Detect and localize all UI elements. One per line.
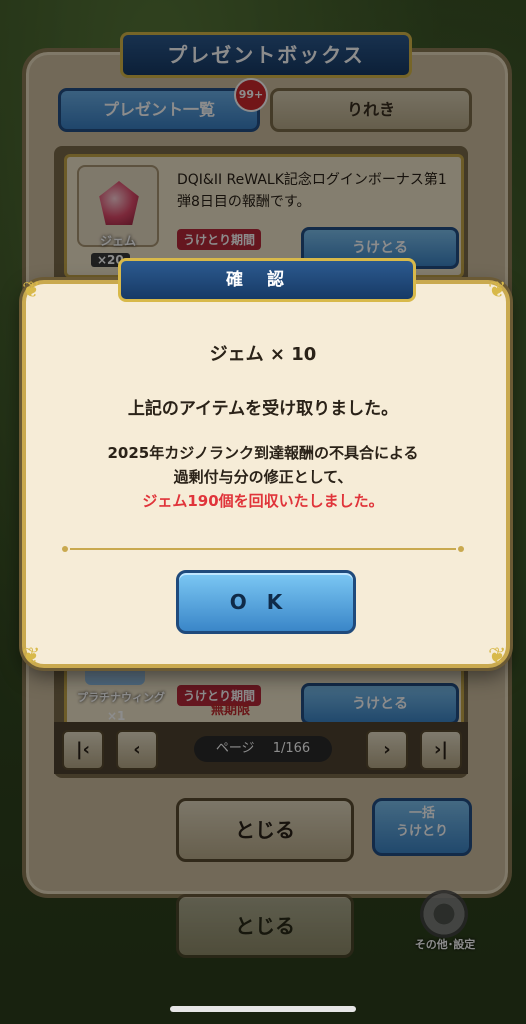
corner-ornament-icon: ❦ [22, 644, 41, 669]
home-indicator [170, 1006, 356, 1012]
dialog-notice-line-2: 過剰付与分の修正として、 [173, 468, 353, 486]
dialog-notice-line-3: ジェム190個を回収いたしました。 [142, 492, 384, 510]
dialog-title: 確認 [118, 258, 416, 302]
ornamental-divider [62, 546, 464, 552]
dialog-notice-line-1: 2025年カジノランク到達報酬の不具合による [107, 444, 419, 462]
corner-ornament-icon: ❦ [488, 644, 507, 669]
dialog-received-message: 上記のアイテムを受け取りました。 [127, 399, 399, 419]
ok-button[interactable]: OK [176, 570, 356, 634]
corner-ornament-icon: ❦ [488, 278, 507, 303]
corner-ornament-icon: ❦ [22, 278, 41, 303]
dialog-item-line: ジェム × 10 [209, 344, 317, 365]
